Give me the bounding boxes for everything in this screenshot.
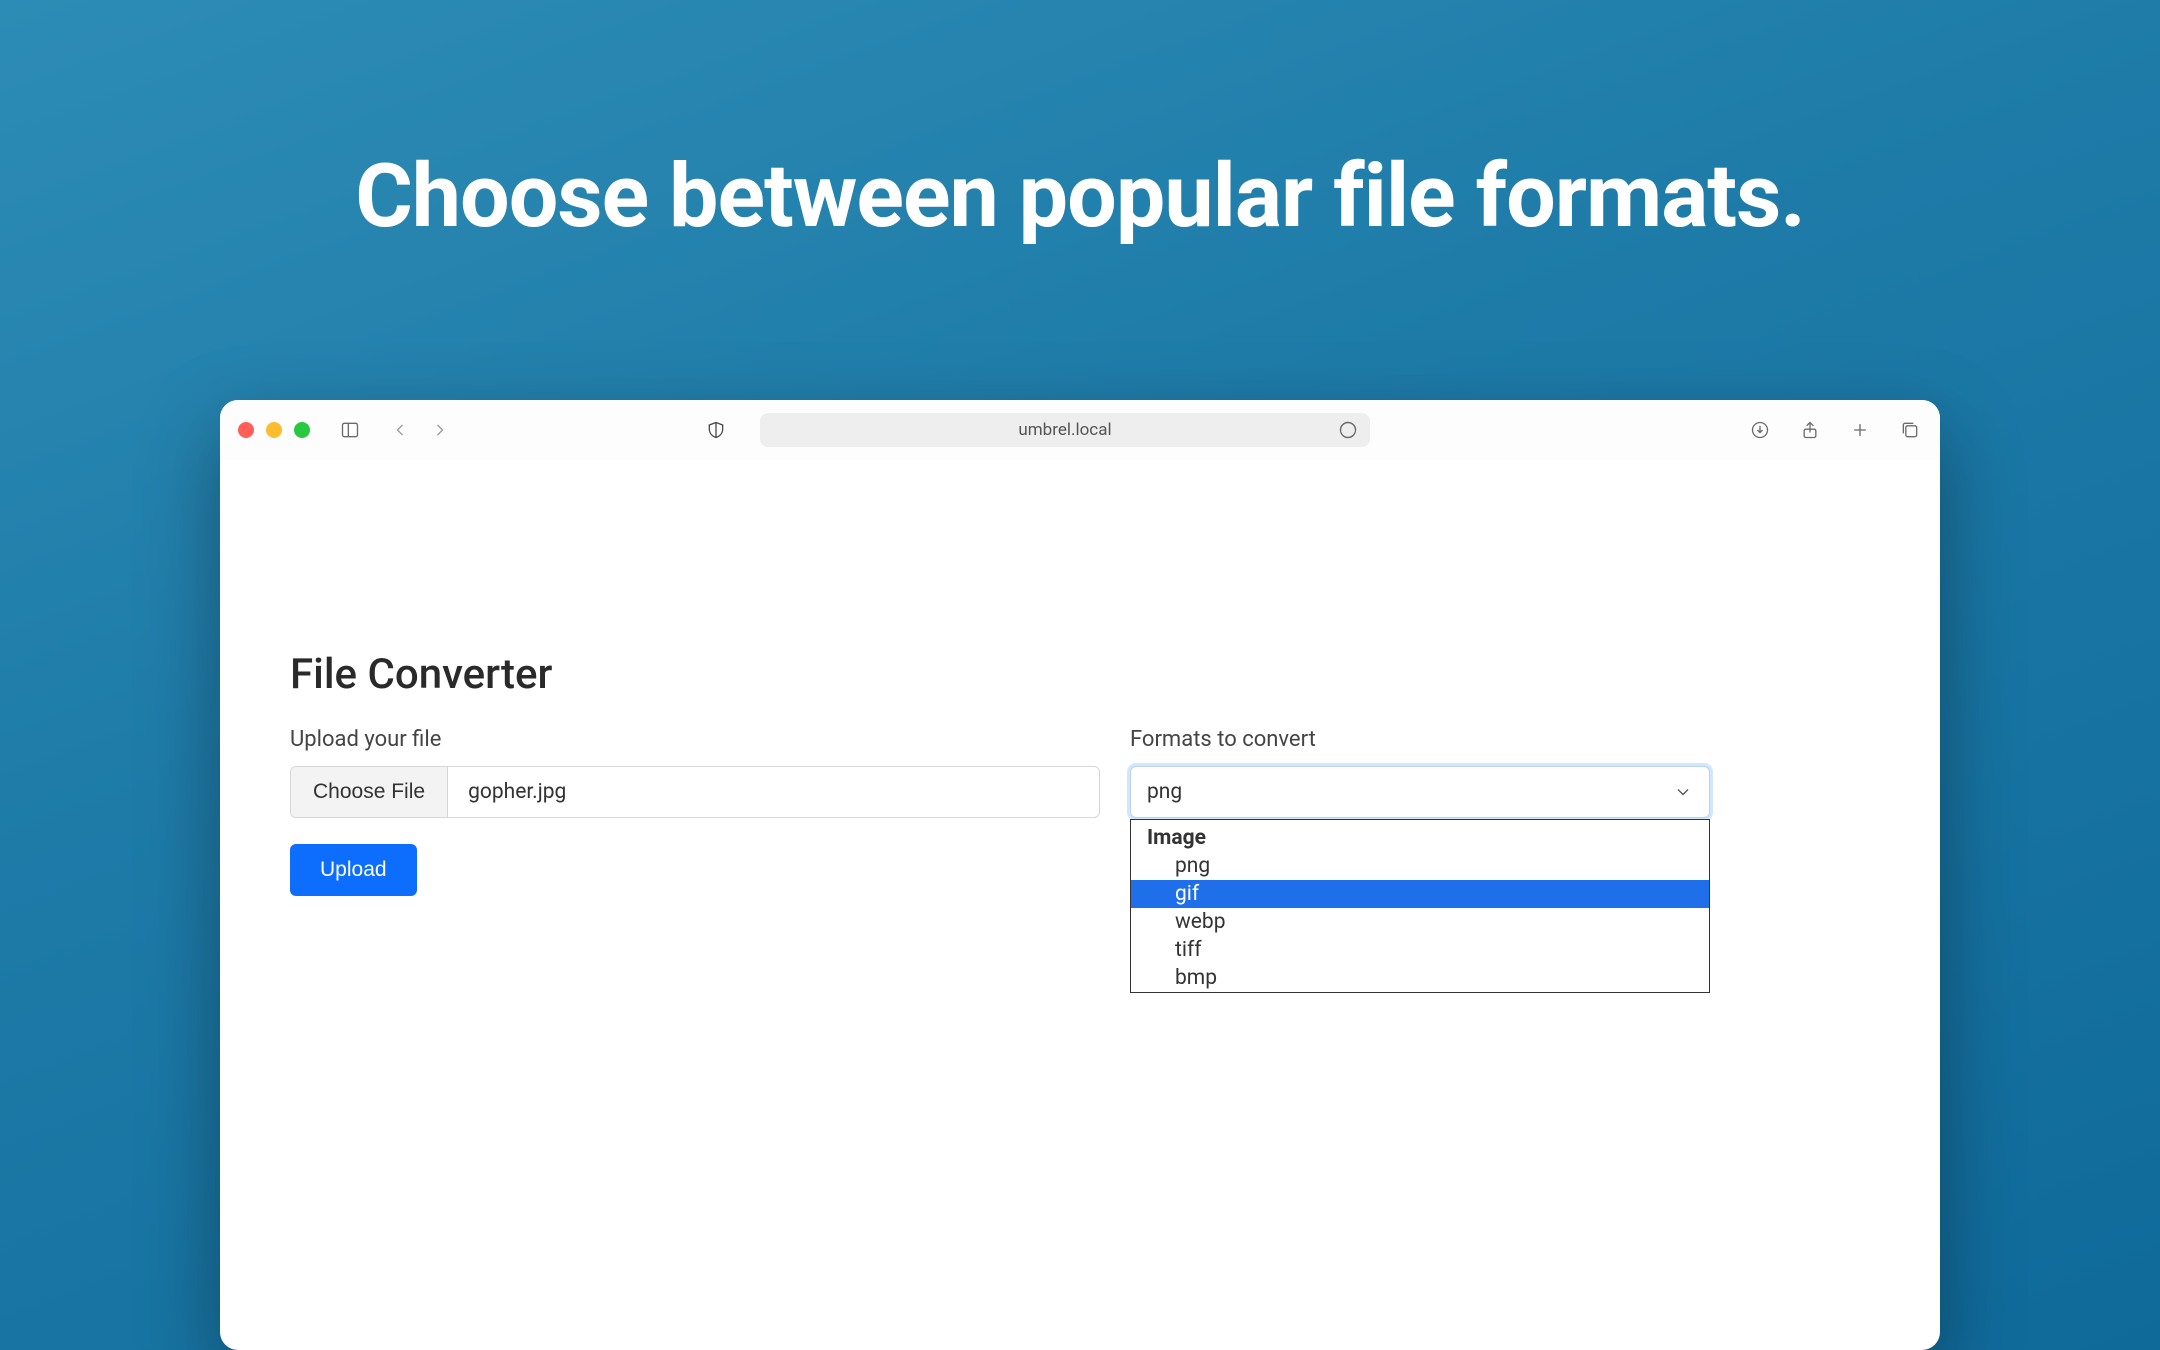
share-icon[interactable] <box>1798 418 1822 442</box>
hero-title: Choose between popular file formats. <box>0 0 2160 248</box>
close-window-button[interactable] <box>238 422 254 438</box>
dropdown-group-label: Image <box>1131 820 1709 852</box>
form-row: Upload your file Choose File gopher.jpg … <box>290 727 1870 896</box>
maximize-window-button[interactable] <box>294 422 310 438</box>
privacy-shield-icon[interactable] <box>704 418 728 442</box>
upload-column: Upload your file Choose File gopher.jpg … <box>290 727 1100 896</box>
refresh-icon[interactable] <box>1336 418 1360 442</box>
browser-toolbar: umbrel.local <box>220 400 1940 460</box>
format-label: Formats to convert <box>1130 727 1710 752</box>
file-input[interactable]: Choose File gopher.jpg <box>290 766 1100 818</box>
minimize-window-button[interactable] <box>266 422 282 438</box>
format-selected-value: png <box>1147 780 1182 804</box>
dropdown-option-gif[interactable]: gif <box>1131 880 1709 908</box>
dropdown-option-bmp[interactable]: bmp <box>1131 964 1709 992</box>
app-title: File Converter <box>290 650 1870 699</box>
browser-window: umbrel.local File Converter Upload you <box>220 400 1940 1350</box>
forward-button[interactable] <box>428 418 452 442</box>
dropdown-option-webp[interactable]: webp <box>1131 908 1709 936</box>
window-controls <box>238 422 310 438</box>
format-dropdown: Image pnggifwebptiffbmp <box>1130 819 1710 993</box>
toolbar-right <box>1748 418 1922 442</box>
chevron-down-icon <box>1671 780 1695 804</box>
page-content: File Converter Upload your file Choose F… <box>220 460 1940 896</box>
nav-arrows <box>388 418 452 442</box>
dropdown-option-png[interactable]: png <box>1131 852 1709 880</box>
choose-file-button[interactable]: Choose File <box>291 767 448 817</box>
new-tab-icon[interactable] <box>1848 418 1872 442</box>
back-button[interactable] <box>388 418 412 442</box>
format-column: Formats to convert png Image pnggifwebpt… <box>1130 727 1710 818</box>
sidebar-toggle-icon[interactable] <box>338 418 362 442</box>
upload-button[interactable]: Upload <box>290 844 417 896</box>
upload-label: Upload your file <box>290 727 1100 752</box>
downloads-icon[interactable] <box>1748 418 1772 442</box>
format-select[interactable]: png <box>1130 766 1710 818</box>
url-text: umbrel.local <box>1018 420 1111 440</box>
url-bar[interactable]: umbrel.local <box>760 413 1370 447</box>
selected-file-name: gopher.jpg <box>448 767 1099 817</box>
dropdown-option-tiff[interactable]: tiff <box>1131 936 1709 964</box>
tabs-overview-icon[interactable] <box>1898 418 1922 442</box>
